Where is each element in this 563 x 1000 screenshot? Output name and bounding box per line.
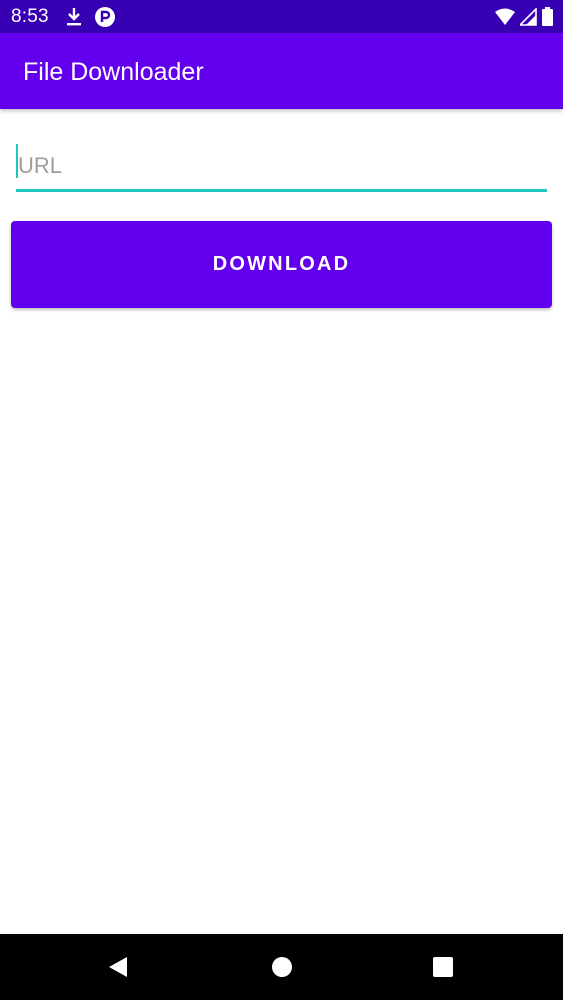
back-icon	[109, 957, 127, 977]
app-bar: File Downloader	[0, 33, 563, 109]
status-left-icons	[64, 6, 116, 28]
status-time: 8:53	[11, 6, 49, 27]
nav-back-button[interactable]	[83, 934, 153, 1000]
wifi-icon	[495, 8, 515, 31]
battery-icon	[542, 7, 553, 31]
home-icon	[272, 957, 292, 977]
status-bar: 8:53	[0, 0, 563, 33]
text-cursor	[16, 144, 18, 178]
url-input-underline	[16, 189, 547, 192]
app-notification-icon	[94, 6, 116, 28]
recents-icon	[433, 957, 453, 977]
url-field[interactable]	[16, 140, 547, 192]
status-right-icons	[495, 6, 553, 31]
download-button[interactable]: DOWNLOAD	[11, 221, 552, 308]
nav-home-button[interactable]	[247, 934, 317, 1000]
navigation-bar	[0, 934, 563, 1000]
cell-signal-icon	[518, 6, 537, 31]
download-icon	[64, 6, 84, 28]
nav-recents-button[interactable]	[408, 934, 478, 1000]
app-title: File Downloader	[23, 58, 204, 86]
url-input[interactable]	[16, 140, 547, 189]
